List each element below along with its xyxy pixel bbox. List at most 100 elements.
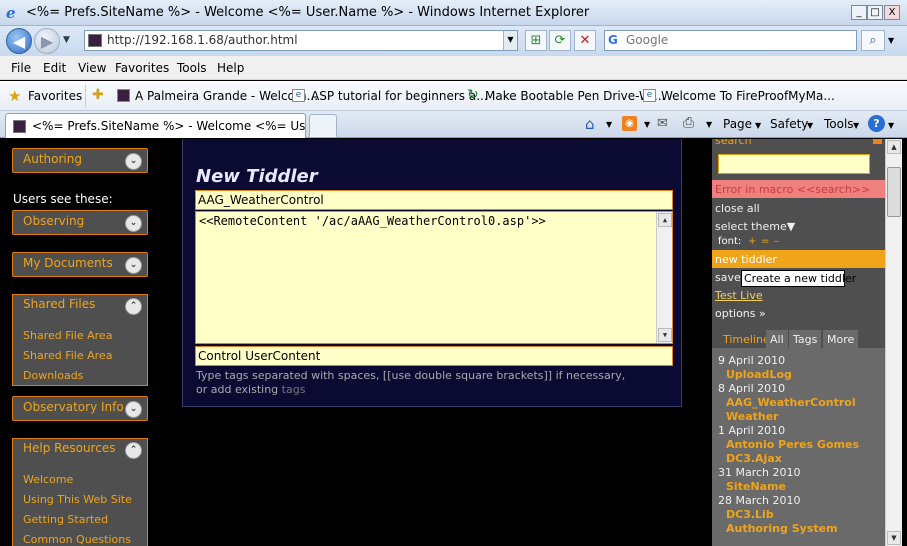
chevron-up-icon[interactable]: ⌃ [125,442,142,459]
sidebar-observing[interactable]: Observing ⌄ [12,210,148,235]
sidebar-link-getting-started[interactable]: Getting Started [23,513,108,526]
existing-tags-link[interactable]: tags [282,383,306,396]
home-dropdown-icon[interactable]: ▼ [606,120,612,129]
sidebar-link-using-site[interactable]: Using This Web Site [23,493,132,506]
compatibility-view-icon[interactable]: ⊞ [525,30,547,51]
page-scroll-down-icon[interactable]: ▼ [887,531,901,545]
recent-pages-dropdown-icon[interactable]: ▼ [63,35,70,45]
close-button[interactable]: X [884,5,900,20]
page-scroll-up-icon[interactable]: ▲ [887,140,901,154]
forward-button[interactable]: ▶ [34,28,60,54]
menu-edit[interactable]: Edit [43,61,66,75]
sidebar-authoring[interactable]: Authoring ⌄ [12,148,148,173]
timeline-item-sitename[interactable]: SiteName [726,480,786,493]
test-live-link[interactable]: Test Live [715,289,763,302]
read-mail-icon[interactable]: ✉ [657,116,668,131]
tab-all[interactable]: All [766,330,788,348]
menu-favorites[interactable]: Favorites [115,61,169,75]
menu-tools[interactable]: Tools [177,61,207,75]
home-icon[interactable]: ⌂ [585,115,595,133]
menu-help[interactable]: Help [217,61,244,75]
scroll-up-icon[interactable]: ▲ [658,213,672,227]
minimize-button[interactable]: _ [851,5,867,20]
search-input[interactable]: G Google [604,30,857,51]
sidebar-link-downloads[interactable]: Downloads [23,369,83,382]
sidebar-link-shared-file-area[interactable]: Shared File Area [23,329,112,342]
close-all-link[interactable]: close all [715,202,760,215]
sidebar-link-common-questions[interactable]: Common Questions [23,533,131,546]
options-link[interactable]: options » [715,307,766,320]
textarea-scrollbar[interactable]: ▲ ▼ [656,212,672,343]
page-scroll-thumb[interactable] [887,167,901,217]
sidebar-shared-files-label[interactable]: Shared Files [23,297,95,311]
fav-link-asp-tutorial[interactable]: ASP tutorial for beginners a... [311,89,488,103]
fav-link-palmeira[interactable]: A Palmeira Grande - Welcom... [135,89,318,103]
search-options-dropdown-icon[interactable]: ▼ [888,36,894,45]
menu-view[interactable]: View [78,61,106,75]
timeline-date: 8 April 2010 [718,382,786,395]
menu-file[interactable]: File [11,61,31,75]
scroll-down-icon[interactable]: ▼ [658,328,672,342]
select-theme-link[interactable]: select theme▼ [715,220,795,233]
sidebar-link-shared-file-area-2[interactable]: Shared File Area [23,349,112,362]
fav-link-bootable[interactable]: Make Bootable Pen Drive-Wi... [485,89,665,103]
chevron-down-icon[interactable]: ⌄ [125,401,142,418]
page-menu[interactable]: Page [723,117,752,131]
tab-current[interactable]: <%= Prefs.SiteName %> - Welcome <%= User… [5,113,306,138]
new-tab-button[interactable] [309,114,337,138]
favorites-button[interactable]: Favorites [28,89,82,103]
font-equal-link[interactable]: = [761,236,769,247]
feeds-icon[interactable]: ◉ [622,116,637,131]
address-input[interactable]: http://192.168.1.68/author.html ▼ [84,30,518,51]
timeline-item-weather[interactable]: Weather [726,410,779,423]
print-icon[interactable]: ⎙ [683,115,694,131]
fav-link-fireproof[interactable]: Welcome To FireProofMyMa... [661,89,835,103]
chevron-down-icon[interactable]: ⌄ [125,215,142,232]
sidebar-authoring-label: Authoring [23,152,82,166]
add-to-favorites-icon[interactable]: ✚ [92,87,104,103]
timeline-item-aag-weathercontrol[interactable]: AAG_WeatherControl [726,396,856,409]
tab-tags[interactable]: Tags [789,330,822,348]
chevron-down-icon[interactable]: ⌄ [125,153,142,170]
tools-menu[interactable]: Tools [824,117,854,131]
address-dropdown-icon[interactable]: ▼ [503,31,517,50]
safety-menu[interactable]: Safety [770,117,808,131]
timeline-item-dc3-lib[interactable]: DC3.Lib [726,508,774,521]
maximize-button[interactable]: □ [867,5,883,20]
tab-more[interactable]: More [823,330,859,348]
refresh-icon[interactable]: ⟳ [549,30,571,51]
sidebar-help-resources-label[interactable]: Help Resources [23,441,115,455]
sidebar-link-welcome[interactable]: Welcome [23,473,73,486]
timeline-item-uploadlog[interactable]: UploadLog [726,368,792,381]
sidebar-my-documents[interactable]: My Documents ⌄ [12,252,148,277]
chevron-down-icon[interactable]: ⌄ [125,257,142,274]
save-changes-link[interactable]: save [715,271,741,284]
timeline-item-authoring-system[interactable]: Authoring System [726,522,838,535]
tiddler-editor: New Tiddler AAG_WeatherControl <<RemoteC… [182,139,682,407]
search-button-icon[interactable]: ⌕ [861,30,885,51]
page-content: Authoring ⌄ Users see these: Observing ⌄… [0,139,885,546]
timeline-item-antonio[interactable]: Antonio Peres Gomes [726,438,859,451]
favorites-bar: ★ Favorites ✚ A Palmeira Grande - Welcom… [0,81,907,111]
feed-icon[interactable] [873,139,882,144]
font-plus-link[interactable]: + [748,236,756,247]
tiddler-body-textarea[interactable]: <<RemoteContent '/ac/aAAG_WeatherControl… [195,211,673,344]
new-tiddler-button[interactable]: new tiddler [712,250,885,268]
timeline-item-dc3-ajax[interactable]: DC3.Ajax [726,452,782,465]
print-dropdown-icon[interactable]: ▼ [706,120,712,129]
search-label: search [715,139,752,147]
sidebar-observatory-info[interactable]: Observatory Info ⌄ [12,396,148,421]
sidebar-search-input[interactable] [718,154,870,174]
stop-icon[interactable]: ✕ [574,30,596,51]
help-dropdown-icon[interactable]: ▼ [888,121,894,130]
help-icon[interactable]: ? [868,115,885,132]
back-button[interactable]: ◀ [6,28,32,54]
tiddler-title-input[interactable]: AAG_WeatherControl [195,190,673,210]
feeds-dropdown-icon[interactable]: ▼ [644,120,650,129]
editor-heading: New Tiddler [196,166,318,187]
timeline-date: 28 March 2010 [718,494,801,507]
tiddler-tags-input[interactable]: Control UserContent [195,346,673,366]
chevron-up-icon[interactable]: ⌃ [125,298,142,315]
page-scrollbar[interactable]: ▲ ▼ [885,139,902,546]
font-minus-link[interactable]: – [774,236,779,247]
